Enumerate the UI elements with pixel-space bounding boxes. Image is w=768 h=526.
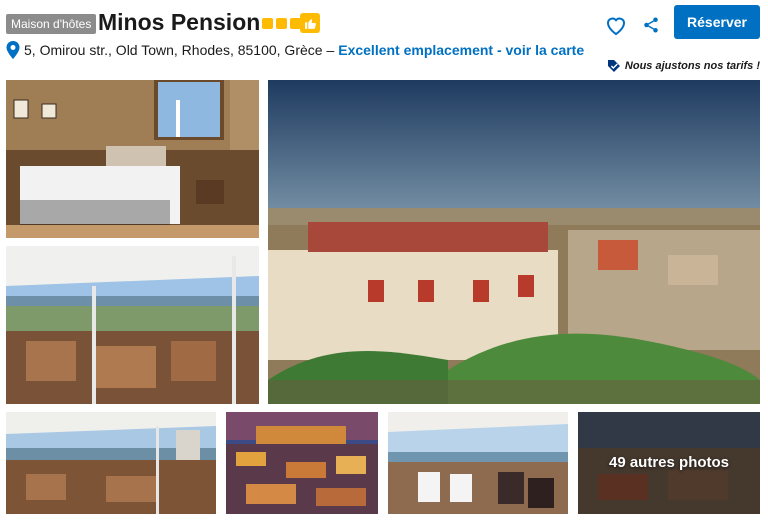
- photo-rhodes-night[interactable]: [226, 412, 378, 514]
- location-map-link[interactable]: Excellent emplacement - voir la carte: [338, 42, 584, 58]
- photo-breakfast-terrace[interactable]: [388, 412, 568, 514]
- price-match-note: Nous ajustons nos tarifs !: [606, 58, 760, 74]
- photo-terrace[interactable]: [6, 246, 259, 404]
- photo-main-panorama[interactable]: [268, 80, 760, 404]
- reserve-button[interactable]: Réserver: [674, 5, 760, 39]
- price-note-text: Nous ajustons nos tarifs !: [624, 60, 760, 72]
- map-pin-icon: [6, 41, 20, 59]
- photo-bedroom[interactable]: [6, 80, 259, 238]
- share-icon[interactable]: [642, 16, 660, 34]
- address-row: 5, Omirou str., Old Town, Rhodes, 85100,…: [6, 40, 584, 60]
- photo-terrace-dining[interactable]: [6, 412, 216, 514]
- address-text: 5, Omirou str., Old Town, Rhodes, 85100,…: [24, 42, 335, 58]
- more-photos-label[interactable]: 49 autres photos: [578, 454, 760, 471]
- thumbs-up-icon: [300, 13, 320, 33]
- heart-icon[interactable]: [604, 13, 628, 37]
- property-title: Minos Pension: [98, 9, 261, 35]
- price-tag-icon: [607, 60, 620, 72]
- property-type-badge: Maison d'hôtes: [6, 14, 97, 34]
- star-icon: [262, 18, 273, 29]
- star-icon: [276, 18, 287, 29]
- star-rating: [262, 18, 301, 29]
- photo-more-gallery[interactable]: 49 autres photos: [578, 412, 760, 514]
- property-header: Maison d'hôtes Minos Pension Réserver: [6, 5, 762, 44]
